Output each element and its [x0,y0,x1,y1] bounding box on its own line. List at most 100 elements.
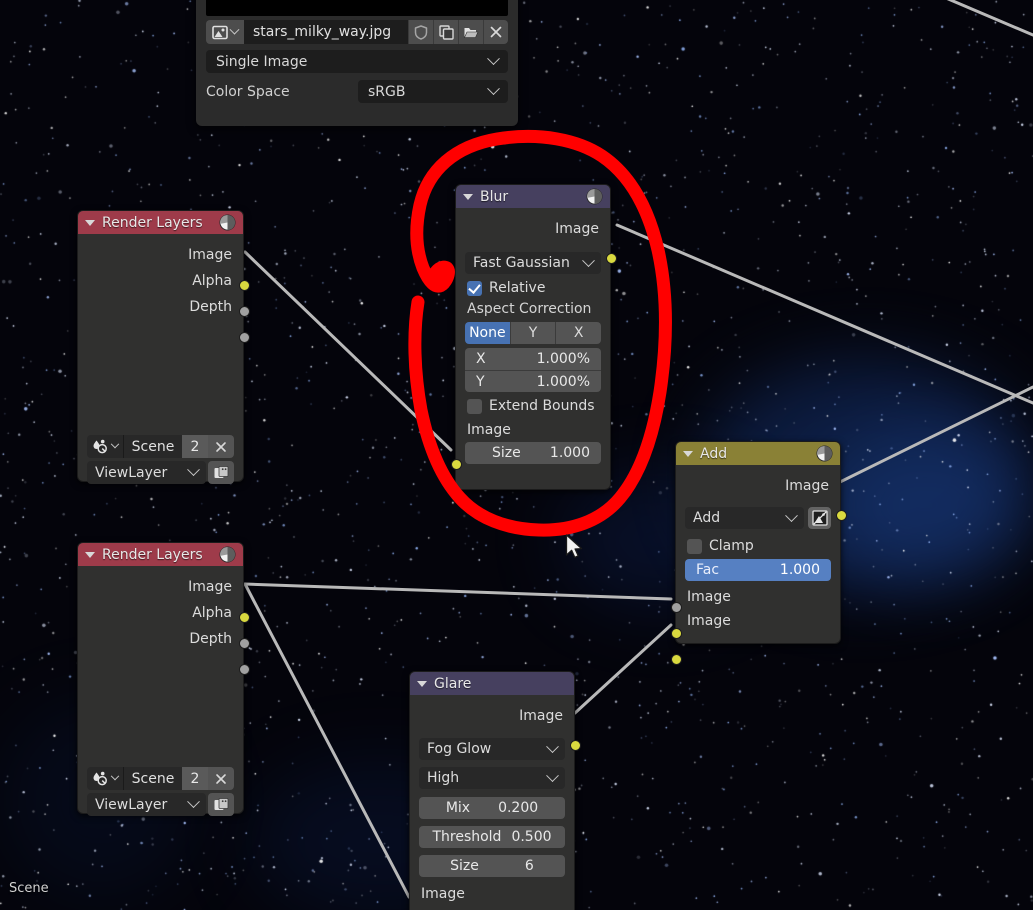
scene-unlink-button[interactable] [208,435,234,458]
node-header[interactable]: Render Layers [78,543,243,566]
socket-out-image[interactable] [239,280,250,291]
image-file-name[interactable]: stars_milky_way.jpg [244,20,408,44]
node-body: Image Add Clamp Fac 1.000 Image Image [671,475,847,665]
node-blur[interactable]: Blur Image Fast Gaussian Relative Aspect… [451,184,617,499]
color-space-dropdown[interactable]: sRGB [358,80,508,103]
collapse-triangle-icon[interactable] [463,193,473,200]
image-datablock-browse-button[interactable] [206,20,244,44]
socket-out-image[interactable] [836,510,847,521]
node-editor-canvas[interactable]: stars_milky_way.jpg Single Image Color S… [0,0,1033,910]
collapse-triangle-icon[interactable] [417,680,427,687]
extend-bounds-checkbox[interactable] [467,398,482,414]
render-layer-button[interactable] [208,793,234,816]
link-renderlayers2-to-glare [243,582,411,899]
link-renderlayers2-to-add [243,582,673,601]
blur-size-label: Size [492,445,521,461]
scene-icon [93,439,107,453]
view-layer-dropdown[interactable]: ViewLayer [87,461,206,484]
socket-out-depth[interactable] [239,664,250,675]
scene-browse-button[interactable] [87,435,123,458]
collapse-triangle-icon[interactable] [683,450,693,457]
input-label-image-1: Image [687,589,731,605]
socket-out-depth[interactable] [239,332,250,343]
relative-checkbox[interactable] [467,280,482,296]
new-image-button[interactable] [433,20,458,44]
footer-scene-label: Scene [9,881,49,896]
extend-bounds-row[interactable]: Extend Bounds [456,395,610,417]
chevron-down-icon [110,771,120,780]
open-image-button[interactable] [458,20,483,44]
view-layer-row[interactable]: ViewLayer [87,461,234,484]
image-source-value: Single Image [216,53,308,70]
scene-name[interactable]: Scene [123,767,182,790]
scene-selector-row[interactable]: Scene 2 [87,767,234,790]
node-title: Blur [480,188,509,205]
glare-type-value: Fog Glow [427,741,492,757]
close-icon [216,441,226,452]
clamp-row[interactable]: Clamp [676,535,840,557]
aspect-option-x[interactable]: X [555,322,601,344]
view-layer-row[interactable]: ViewLayer [87,793,234,816]
unlink-image-button[interactable] [483,20,508,44]
node-header[interactable]: Render Layers [78,211,243,234]
use-alpha-toggle[interactable] [808,507,831,529]
blur-x-field[interactable]: X 1.000% [465,348,601,370]
output-label-alpha: Alpha [192,605,232,621]
aspect-option-none[interactable]: None [465,322,510,344]
node-title: Add [700,445,728,462]
glare-mix-field[interactable]: Mix 0.200 [419,797,565,819]
socket-out-alpha[interactable] [239,306,250,317]
output-label-image: Image [519,708,563,724]
extend-bounds-label: Extend Bounds [489,398,595,414]
blur-size-field[interactable]: Size 1.000 [465,442,601,464]
fake-user-button[interactable] [408,20,433,44]
node-header[interactable]: Blur [456,185,610,208]
scene-browse-button[interactable] [87,767,123,790]
blur-filter-type-dropdown[interactable]: Fast Gaussian [465,252,601,274]
scene-user-count[interactable]: 2 [182,435,208,458]
aspect-correction-segmented[interactable]: None Y X [465,322,601,344]
scene-name[interactable]: Scene [123,435,182,458]
glare-type-dropdown[interactable]: Fog Glow [419,738,565,760]
socket-in-image-2[interactable] [671,654,682,665]
chevron-down-icon [487,52,500,66]
node-body: Image Alpha Depth Scene 2 ViewLayer [78,244,250,492]
glare-quality-dropdown[interactable]: High [419,767,565,789]
scene-unlink-button[interactable] [208,767,234,790]
socket-out-image[interactable] [239,612,250,623]
node-glare[interactable]: Glare Image Fog Glow High Mix 0.200 Thre… [409,671,581,910]
socket-in-fac[interactable] [671,602,682,613]
blur-y-field[interactable]: Y 1.000% [465,370,601,392]
clamp-label: Clamp [709,538,754,554]
input-label-image-2: Image [687,613,731,629]
view-layer-dropdown[interactable]: ViewLayer [87,793,206,816]
image-datablock-panel[interactable]: stars_milky_way.jpg Single Image Color S… [196,0,518,126]
fac-slider[interactable]: Fac 1.000 [685,559,831,581]
blend-mode-dropdown[interactable]: Add [685,507,804,529]
image-file-field[interactable]: stars_milky_way.jpg [206,20,508,44]
glare-threshold-field[interactable]: Threshold 0.500 [419,826,565,848]
socket-out-image[interactable] [570,740,581,751]
socket-in-size[interactable] [451,488,462,499]
node-header[interactable]: Glare [410,672,574,695]
blur-xy-fields[interactable]: X 1.000% Y 1.000% [465,348,601,392]
image-source-dropdown[interactable]: Single Image [206,50,508,73]
socket-out-image[interactable] [606,253,617,264]
relative-checkbox-row[interactable]: Relative [456,277,610,299]
socket-in-image-1[interactable] [671,628,682,639]
glare-size-value: 6 [524,858,534,874]
node-render-layers-2[interactable]: Render Layers Image Alpha Depth Scene 2 … [77,542,250,816]
collapse-triangle-icon[interactable] [85,551,95,558]
aspect-option-y[interactable]: Y [509,322,556,344]
node-header[interactable]: Add [676,442,840,465]
socket-in-image[interactable] [451,459,462,470]
node-render-layers-1[interactable]: Render Layers Image Alpha Depth Scene 2 … [77,210,250,484]
socket-out-alpha[interactable] [239,638,250,649]
scene-user-count[interactable]: 2 [182,767,208,790]
glare-size-field[interactable]: Size 6 [419,855,565,877]
clamp-checkbox[interactable] [687,538,702,554]
scene-selector-row[interactable]: Scene 2 [87,435,234,458]
collapse-triangle-icon[interactable] [85,219,95,226]
node-add-mix[interactable]: Add Image Add Clamp Fac 1.000 Image Imag… [671,441,847,665]
render-layer-button[interactable] [208,461,234,484]
